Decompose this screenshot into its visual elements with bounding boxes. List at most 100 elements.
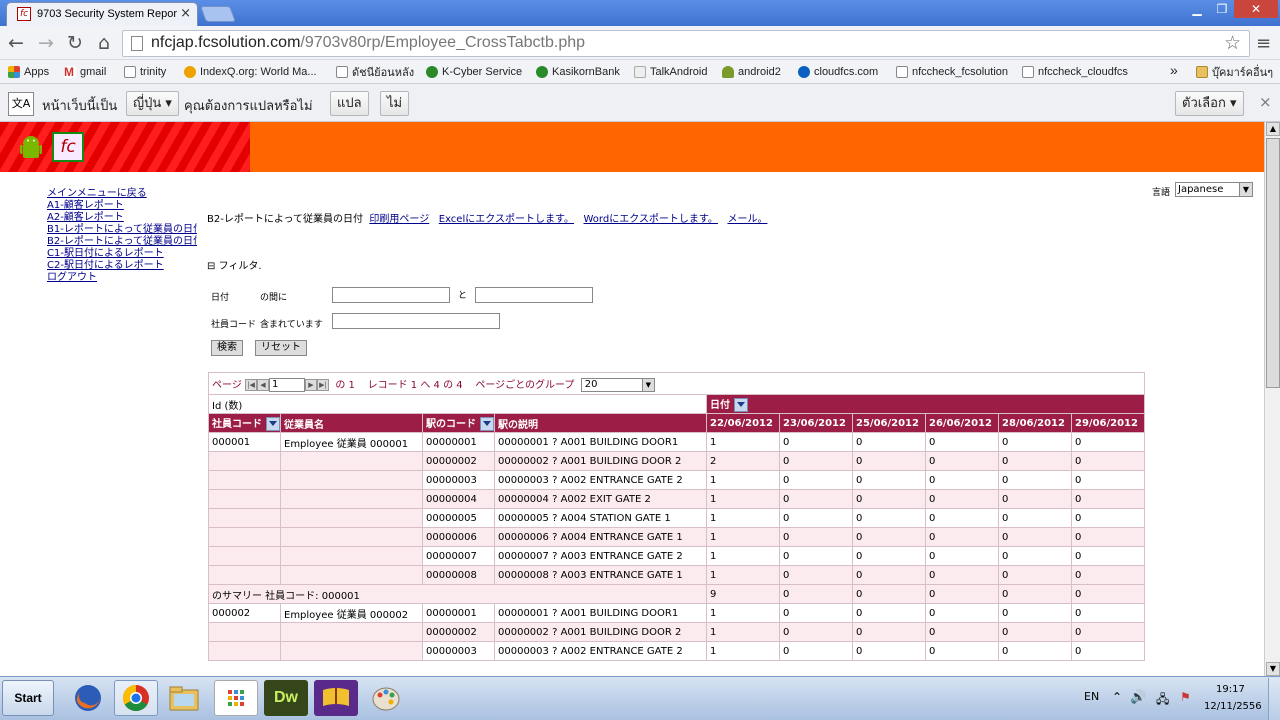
- bookmark-gmail[interactable]: Mgmail: [64, 63, 106, 81]
- explorer-icon[interactable]: [162, 680, 206, 716]
- back-arrow-icon[interactable]: ←: [4, 31, 28, 55]
- chrome-icon[interactable]: [114, 680, 158, 716]
- bookmark-talkandroid[interactable]: TalkAndroid: [634, 63, 707, 81]
- last-page-icon[interactable]: ▶|: [317, 378, 329, 391]
- bookmark-star-icon[interactable]: ☆: [1224, 32, 1241, 54]
- bookmarks-overflow-button[interactable]: »: [1170, 61, 1178, 79]
- count-cell: 0: [779, 527, 853, 547]
- next-page-icon[interactable]: ▶: [305, 378, 317, 391]
- col-date[interactable]: 22/06/2012: [706, 413, 780, 433]
- date-to-input[interactable]: [475, 287, 593, 303]
- scroll-thumb[interactable]: [1266, 138, 1280, 388]
- first-page-icon[interactable]: |◀: [245, 378, 257, 391]
- bookmark-nfccheck-fcsolution[interactable]: nfccheck_fcsolution: [896, 63, 1008, 81]
- chrome-menu-icon[interactable]: ≡: [1256, 33, 1271, 54]
- export-excel-link[interactable]: Excelにエクスポートします。: [439, 214, 574, 225]
- library-icon[interactable]: [314, 680, 358, 716]
- restore-button[interactable]: ❐: [1207, 0, 1237, 18]
- bookmark-indexq[interactable]: IndexQ.org: World Ma...: [184, 63, 317, 81]
- group-per-page-label: ページごとのグループ: [475, 379, 575, 391]
- bookmark-kasikornbank[interactable]: KasikornBank: [536, 63, 620, 81]
- new-tab-button[interactable]: [200, 6, 236, 22]
- bookmark-android2[interactable]: android2: [722, 63, 781, 81]
- page-number-input[interactable]: 1: [269, 377, 305, 392]
- clock-time[interactable]: 19:17: [1216, 684, 1245, 695]
- vertical-scrollbar[interactable]: ▲ ▼: [1264, 122, 1280, 676]
- reload-icon[interactable]: ↻: [63, 31, 87, 55]
- no-translate-button[interactable]: ไม่: [380, 91, 410, 116]
- col-employee-code[interactable]: 社員コード: [208, 413, 281, 433]
- tray-expand-icon[interactable]: ⌃: [1112, 690, 1122, 704]
- count-cell: 0: [779, 603, 853, 623]
- date-from-input[interactable]: [332, 287, 450, 303]
- clock-date[interactable]: 12/11/2556: [1204, 701, 1262, 712]
- sidebar-item-logout[interactable]: ログアウト: [47, 268, 97, 283]
- address-bar[interactable]: nfcjap.fcsolution.com/9703v80rp/Employee…: [122, 30, 1250, 57]
- station-code-cell: 00000003: [422, 641, 495, 661]
- bookmark-index-history[interactable]: ดัชนีย้อนหลัง: [336, 63, 414, 81]
- language-select[interactable]: Japanese ▼: [1175, 182, 1253, 197]
- print-page-link[interactable]: 印刷用ページ: [369, 214, 429, 225]
- export-word-link[interactable]: Wordにエクスポートします。: [584, 214, 718, 225]
- network-icon[interactable]: 🖧: [1156, 690, 1169, 711]
- other-bookmarks[interactable]: บุ๊คมาร์คอื่นๆ: [1196, 63, 1273, 81]
- dropdown-arrow-icon[interactable]: [734, 398, 748, 412]
- tab-close-icon[interactable]: ×: [180, 6, 191, 21]
- scroll-down-icon[interactable]: ▼: [1266, 662, 1280, 676]
- col-station-code[interactable]: 駅のコード: [422, 413, 495, 433]
- translate-button[interactable]: แปล: [330, 91, 369, 116]
- bookmark-trinity[interactable]: trinity: [124, 63, 166, 81]
- count-cell: 0: [998, 527, 1072, 547]
- home-icon[interactable]: ⌂: [92, 31, 116, 55]
- col-date[interactable]: 29/06/2012: [1070, 413, 1146, 433]
- employee-name-cell: Employee 従業員 000002: [280, 603, 423, 623]
- scroll-up-icon[interactable]: ▲: [1266, 122, 1280, 136]
- employee-name-cell: [280, 622, 423, 642]
- bookmark-apps[interactable]: Apps: [8, 63, 49, 81]
- bookmark-cloudfcs[interactable]: cloudfcs.com: [798, 63, 878, 81]
- station-code-cell: 00000007: [422, 546, 495, 566]
- show-desktop-button[interactable]: [1268, 678, 1280, 720]
- col-date[interactable]: 26/06/2012: [925, 413, 999, 433]
- bookmark-nfccheck-cloudfcs[interactable]: nfccheck_cloudfcs: [1022, 63, 1128, 81]
- count-cell: 0: [925, 641, 999, 661]
- paint-icon[interactable]: [364, 680, 408, 716]
- tab-strip: fc 9703 Security System Report × ▁ ❐ ✕: [0, 0, 1280, 26]
- url-text[interactable]: nfcjap.fcsolution.com/9703v80rp/Employee…: [151, 34, 585, 52]
- summary-cell: 0: [1070, 584, 1146, 604]
- translate-close-icon[interactable]: ×: [1259, 93, 1272, 111]
- apps-icon[interactable]: [214, 680, 258, 716]
- reset-button[interactable]: リセット: [255, 340, 307, 356]
- filter-toggle[interactable]: ⊟ フィルタ.: [207, 257, 262, 272]
- input-language[interactable]: EN: [1084, 690, 1099, 703]
- window-close-button[interactable]: ✕: [1234, 0, 1278, 18]
- count-cell: 0: [852, 470, 926, 490]
- dropdown-arrow-icon[interactable]: [480, 417, 494, 431]
- dreamweaver-icon[interactable]: Dw: [264, 680, 308, 716]
- start-button[interactable]: Start: [2, 680, 54, 716]
- col-station-description[interactable]: 駅の説明: [494, 413, 707, 433]
- action-center-icon[interactable]: ⚑: [1180, 690, 1191, 704]
- translate-icon: 文A: [8, 92, 34, 116]
- volume-icon[interactable]: 🔊: [1130, 690, 1146, 705]
- translate-language-select[interactable]: ญี่ปุ่น ▾: [126, 91, 179, 116]
- forward-arrow-icon[interactable]: →: [34, 31, 58, 55]
- col-date[interactable]: 28/06/2012: [998, 413, 1072, 433]
- firefox-icon[interactable]: [66, 680, 110, 716]
- bookmark-k-cyber[interactable]: K-Cyber Service: [426, 63, 522, 81]
- search-button[interactable]: 検索: [211, 340, 243, 356]
- col-date[interactable]: 23/06/2012: [779, 413, 853, 433]
- count-cell: 0: [925, 489, 999, 509]
- translate-options-button[interactable]: ตัวเลือก ▾: [1175, 91, 1244, 116]
- employee-code-input[interactable]: [332, 313, 500, 329]
- group-per-page-select[interactable]: 20 ▼: [580, 377, 655, 392]
- count-cell: 0: [1070, 432, 1146, 452]
- dropdown-arrow-icon[interactable]: [266, 417, 280, 431]
- col-date[interactable]: 25/06/2012: [852, 413, 926, 433]
- station-description-cell: 00000006 ? A004 ENTRANCE GATE 1: [494, 527, 707, 547]
- email-link[interactable]: メール。: [727, 214, 767, 225]
- prev-page-icon[interactable]: ◀: [257, 378, 269, 391]
- browser-tab[interactable]: fc 9703 Security System Report ×: [6, 2, 198, 26]
- col-employee-name[interactable]: 従業員名: [280, 413, 423, 433]
- station-code-cell: 00000001: [422, 432, 495, 452]
